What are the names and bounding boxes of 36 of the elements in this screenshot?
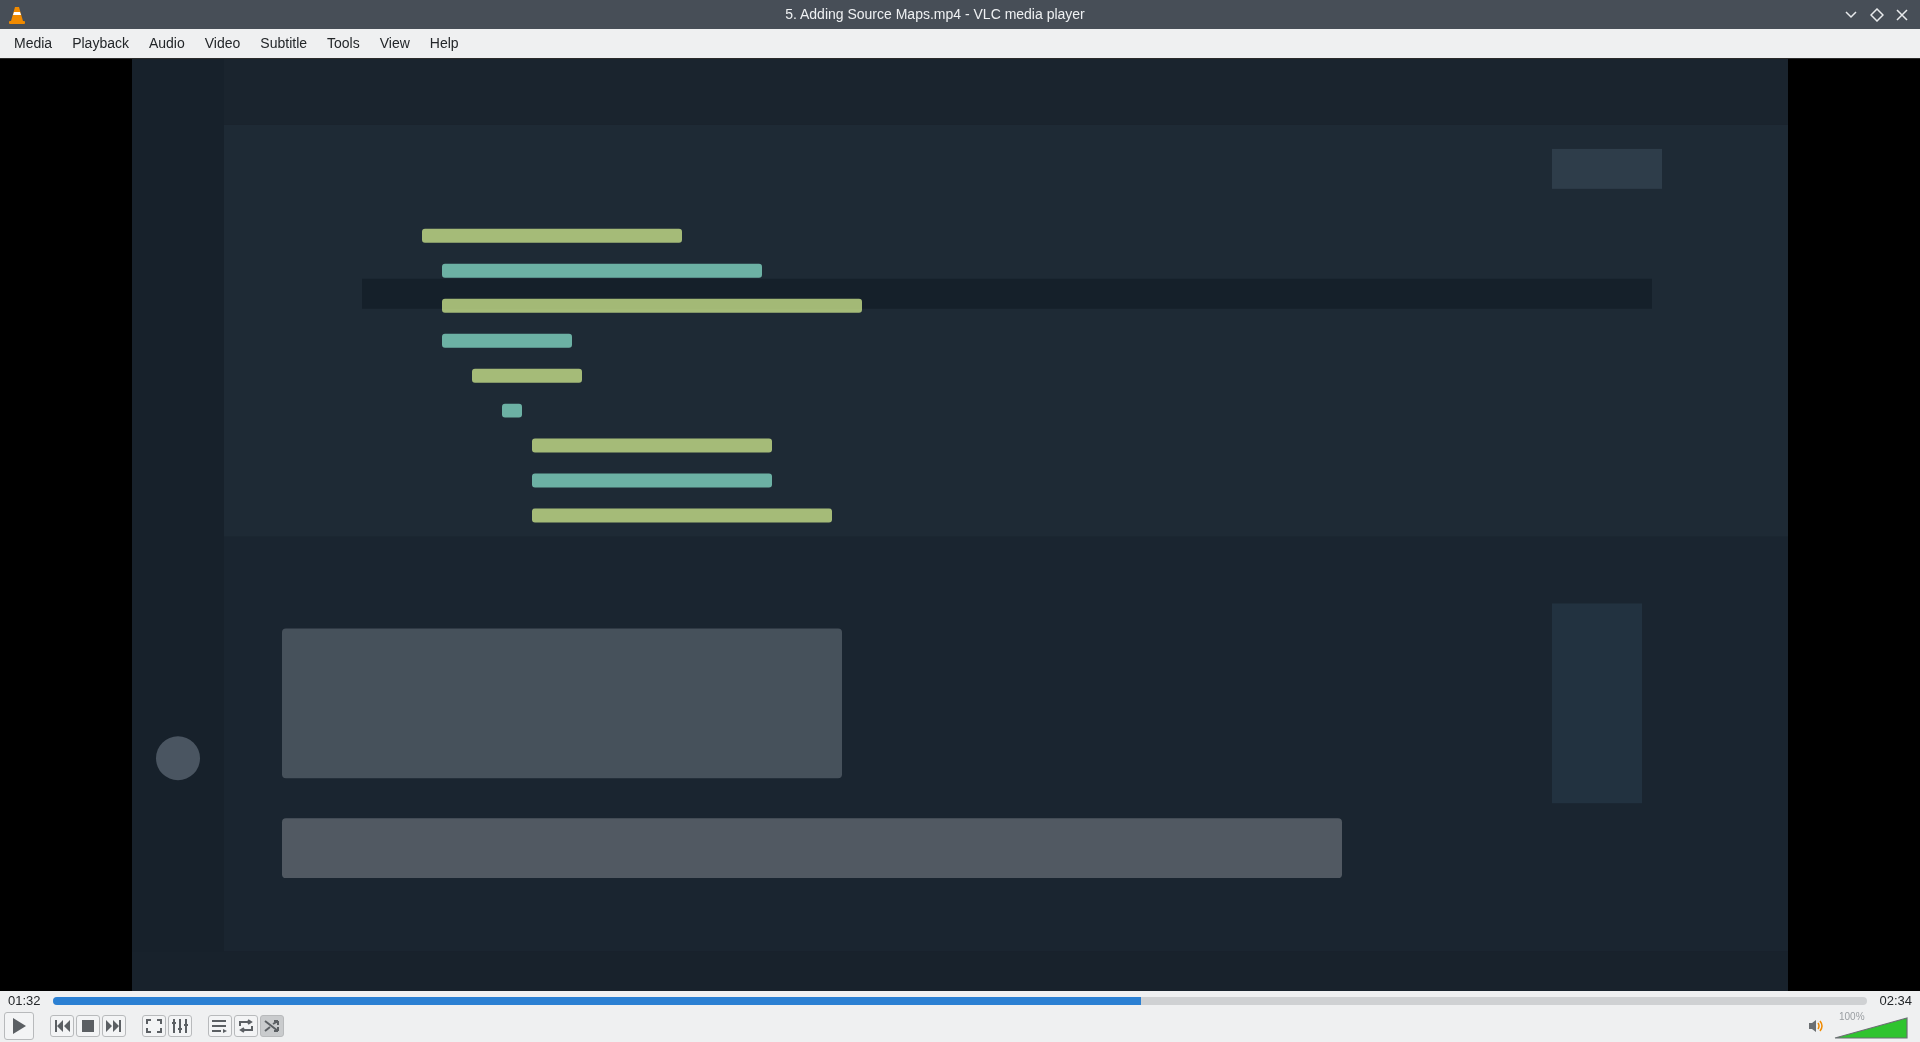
random-button[interactable] <box>260 1015 284 1037</box>
speaker-icon[interactable] <box>1808 1019 1824 1033</box>
minimize-icon[interactable] <box>1844 9 1858 20</box>
menu-item[interactable]: Tools <box>317 33 370 54</box>
loop-button[interactable] <box>234 1015 258 1037</box>
menu-item[interactable]: Video <box>194 33 251 54</box>
maximize-icon[interactable] <box>1870 7 1884 22</box>
prev-button[interactable] <box>50 1015 74 1037</box>
stop-icon <box>82 1020 94 1032</box>
menu-item[interactable]: Playback <box>62 33 139 54</box>
playlist-icon <box>212 1019 228 1033</box>
play-icon <box>11 1017 27 1035</box>
stop-button[interactable] <box>76 1015 100 1037</box>
equalizer-icon <box>172 1018 188 1034</box>
close-icon[interactable] <box>1896 8 1908 21</box>
next-button[interactable] <box>102 1015 126 1037</box>
playlist-button[interactable] <box>208 1015 232 1037</box>
repeat-icon <box>238 1019 254 1033</box>
skip-back-icon <box>54 1020 70 1032</box>
volume-reading: 100% <box>1839 1010 1865 1024</box>
skip-forward-icon <box>106 1020 122 1032</box>
menu-item[interactable]: View <box>369 33 420 54</box>
menu-item[interactable]: Subtitle <box>250 33 318 54</box>
shuffle-icon <box>264 1019 280 1033</box>
menu-item[interactable]: Audio <box>138 33 195 54</box>
extended-button[interactable] <box>168 1015 192 1037</box>
window-title: 5. Adding Source Maps.mp4 - VLC media player <box>784 5 1086 24</box>
seek-bar[interactable] <box>52 997 1868 1005</box>
play-button[interactable] <box>4 1012 34 1040</box>
menu-item[interactable]: Help <box>419 33 469 54</box>
total-time: 02:34 <box>1879 992 1912 1011</box>
menu-item[interactable]: Media <box>4 33 63 54</box>
fullscreen-button[interactable] <box>142 1015 166 1037</box>
elapsed-time: 01:32 <box>8 992 41 1011</box>
traffic-cone-icon <box>8 5 26 24</box>
fullscreen-icon <box>146 1019 162 1033</box>
